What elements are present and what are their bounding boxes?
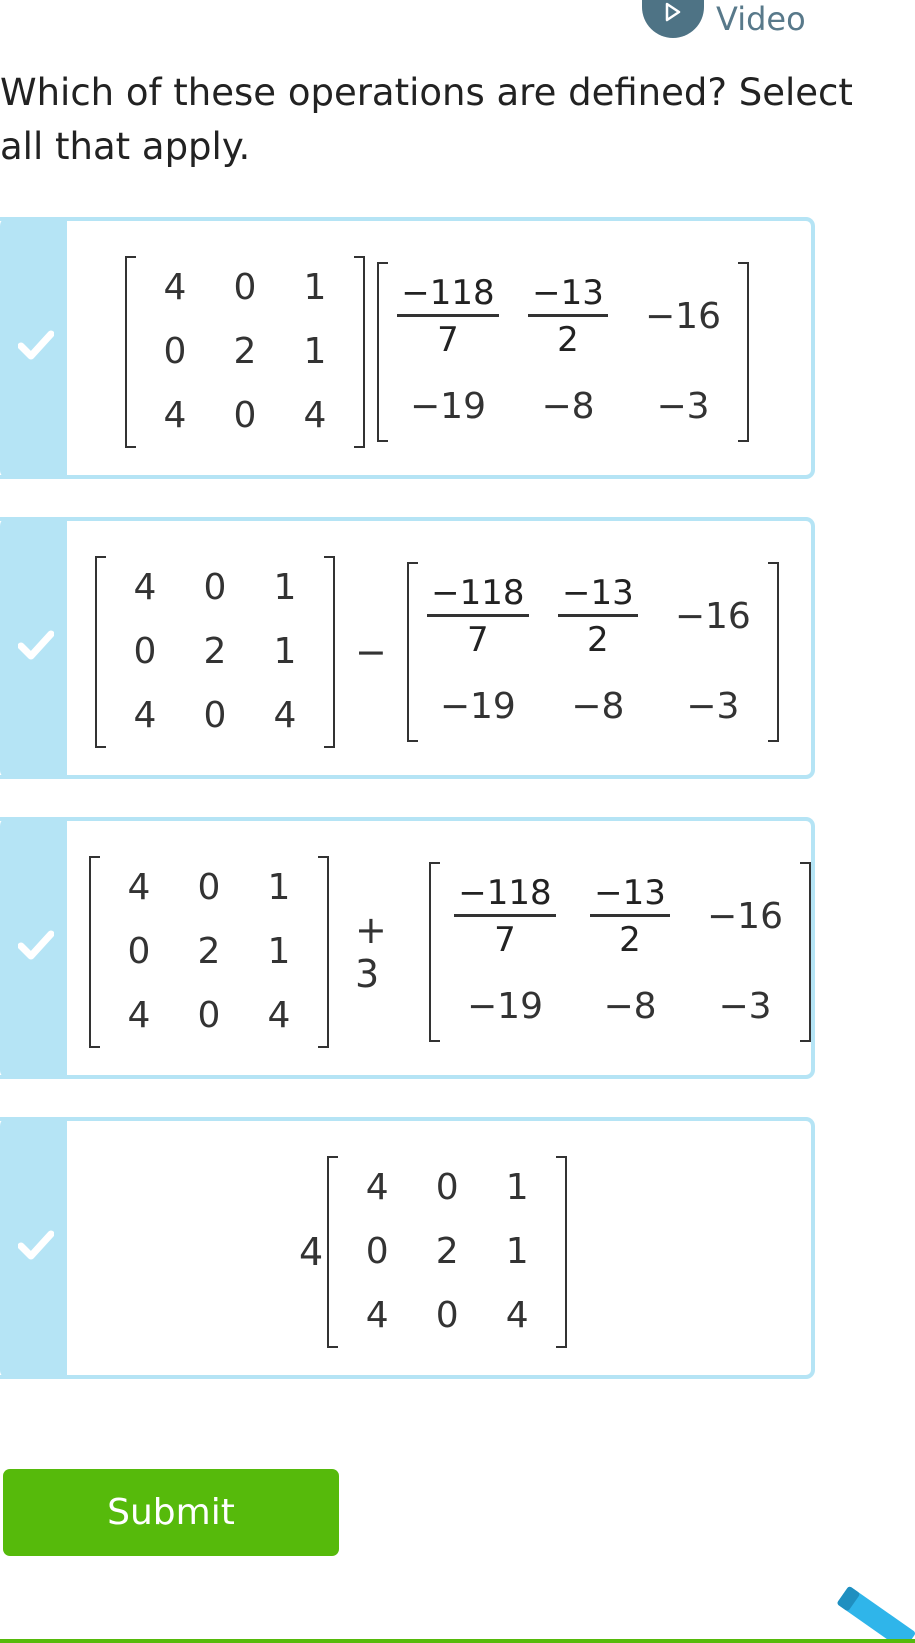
play-icon: [642, 0, 704, 38]
matrix-b-cell: −3: [718, 986, 772, 1027]
matrix-b-cell: −16: [645, 296, 721, 337]
minus-operator: −: [355, 630, 387, 674]
matrix-a: 4 0 1 0 2 1 4 0 4: [95, 556, 335, 748]
matrix-a: 4 0 1 0 2 1 4 0 4: [89, 856, 329, 1048]
matrix-a: 4 0 1 0 2 1 4 0 4: [125, 256, 365, 448]
matrix-a-cell: 1: [303, 331, 327, 372]
checkbox-strip[interactable]: [0, 817, 67, 1079]
matrix-b-cell: −19: [410, 386, 486, 427]
matrix-a-cell: 2: [233, 331, 257, 372]
matrix-a-cell: 0: [435, 1295, 459, 1336]
bottom-divider: [0, 1639, 915, 1643]
matrix-b-cell: −16: [674, 596, 751, 637]
matrix-a-cell: 1: [273, 631, 297, 672]
matrix-a-cell: 0: [133, 631, 157, 672]
answer-option-1[interactable]: 4 0 1 0 2 1 4 0 4 −118 7 −13 2 −16 −19 −…: [0, 217, 815, 479]
matrix-b: −118 7 −13 2 −16 −19 −8 −3: [377, 262, 749, 442]
matrix-a-cell: 0: [127, 931, 151, 972]
matrix-a-cell: 4: [163, 395, 187, 436]
matrix-a-cell: 0: [197, 995, 221, 1036]
matrix-a-cell: 0: [203, 695, 227, 736]
check-icon: [18, 330, 54, 360]
check-icon: [18, 1230, 54, 1260]
expression-product: 4 0 1 0 2 1 4 0 4 −118 7 −13 2 −16 −19 −…: [125, 252, 749, 452]
check-icon: [18, 930, 54, 960]
matrix-a-cell: 2: [203, 631, 227, 672]
answer-option-2[interactable]: 4 0 1 0 2 1 4 0 4 − −118 7 −13 2 −16 −19…: [0, 517, 815, 779]
matrix-a-cell: 2: [435, 1231, 459, 1272]
video-label: Video: [716, 0, 806, 38]
fraction: −13 2: [528, 272, 608, 363]
matrix-a-cell: 2: [197, 931, 221, 972]
matrix-a-cell: 4: [273, 695, 297, 736]
matrix-b-cell: −19: [439, 686, 516, 727]
pencil-icon[interactable]: [830, 1585, 915, 1643]
fraction: −13 2: [557, 572, 638, 663]
matrix-a-cell: 4: [365, 1295, 389, 1336]
plus-scalar-operator: + 3: [355, 908, 387, 996]
checkbox-strip[interactable]: [0, 217, 67, 479]
matrix-a-cell: 1: [267, 867, 291, 908]
matrix-a-cell: 1: [273, 567, 297, 608]
matrix-b-cell: −3: [656, 386, 710, 427]
matrix-a-cell: 4: [505, 1295, 529, 1336]
fraction: −118 7: [397, 272, 499, 363]
answer-option-3[interactable]: 4 0 1 0 2 1 4 0 4 + 3 −118 7 −13 2 −16 −…: [0, 817, 815, 1079]
matrix-a-cell: 0: [197, 867, 221, 908]
fraction: −118 7: [427, 572, 529, 663]
matrix-b-cell: −16: [707, 896, 783, 937]
matrix-a-cell: 4: [127, 995, 151, 1036]
matrix-b: −118 7 −13 2 −16 −19 −8 −3: [406, 562, 779, 742]
matrix-b-cell: −8: [603, 986, 657, 1027]
question-line-1: Which of these operations are defined? S…: [0, 71, 853, 114]
expression-sum-scaled: 4 0 1 0 2 1 4 0 4 + 3 −118 7 −13 2 −16 −…: [89, 852, 811, 1052]
expression-scalar: 4 4 0 1 0 2 1 4 0 4: [299, 1152, 568, 1352]
answer-option-4[interactable]: 4 4 0 1 0 2 1 4 0 4: [0, 1117, 815, 1379]
question-line-2: all that apply.: [0, 125, 251, 168]
matrix-a-cell: 0: [233, 395, 257, 436]
check-icon: [18, 630, 54, 660]
matrix-b-cell: −8: [571, 686, 625, 727]
scalar-coefficient: 4: [299, 1230, 324, 1274]
matrix-a-cell: 4: [267, 995, 291, 1036]
expression-difference: 4 0 1 0 2 1 4 0 4 − −118 7 −13 2 −16 −19…: [95, 552, 779, 752]
video-link[interactable]: Video: [642, 0, 806, 38]
checkbox-strip[interactable]: [0, 517, 67, 779]
matrix-a-cell: 4: [127, 867, 151, 908]
matrix-b: −118 7 −13 2 −16 −19 −8 −3: [429, 862, 811, 1042]
matrix-b-cell: −8: [541, 386, 595, 427]
matrix-a-cell: 4: [365, 1167, 389, 1208]
fraction: −118 7: [454, 872, 556, 963]
matrix-a-cell: 1: [505, 1167, 529, 1208]
matrix-a: 4 0 1 0 2 1 4 0 4: [327, 1156, 568, 1348]
matrix-a-cell: 0: [163, 331, 187, 372]
matrix-a-cell: 4: [303, 395, 327, 436]
fraction: −13 2: [590, 872, 670, 963]
matrix-a-cell: 0: [365, 1231, 389, 1272]
matrix-a-cell: 4: [133, 695, 157, 736]
matrix-a-cell: 4: [133, 567, 157, 608]
matrix-a-cell: 4: [163, 267, 187, 308]
matrix-a-cell: 0: [203, 567, 227, 608]
checkbox-strip[interactable]: [0, 1117, 67, 1379]
matrix-b-cell: −19: [467, 986, 543, 1027]
matrix-a-cell: 1: [303, 267, 327, 308]
matrix-a-cell: 1: [267, 931, 291, 972]
matrix-a-cell: 0: [233, 267, 257, 308]
matrix-b-cell: −3: [686, 686, 740, 727]
matrix-a-cell: 1: [505, 1231, 529, 1272]
matrix-a-cell: 0: [435, 1167, 459, 1208]
question-text: Which of these operations are defined? S…: [0, 66, 915, 174]
submit-button[interactable]: Submit: [3, 1469, 339, 1556]
